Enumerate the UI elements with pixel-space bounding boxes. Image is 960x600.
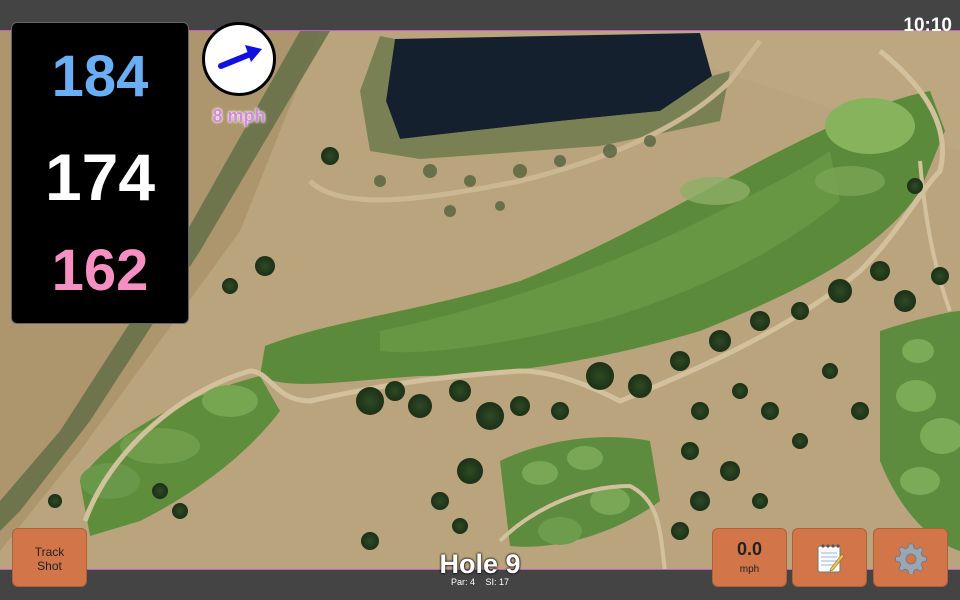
hole-title: Hole 9: [439, 549, 521, 579]
speed-button[interactable]: 0.0 mph: [712, 528, 787, 587]
track-shot-button[interactable]: Track Shot: [12, 528, 87, 587]
speed-value: 0.0: [736, 539, 763, 559]
wind-speed: 8 mph: [212, 106, 266, 126]
gear-icon: [894, 543, 927, 574]
settings-button[interactable]: [873, 528, 948, 587]
hole-info: Par: 4 SI: 17: [380, 577, 580, 587]
notes-button[interactable]: [792, 528, 867, 587]
wind-arrow-icon: [218, 45, 262, 69]
hole-stroke-index: SI: 17: [485, 577, 510, 587]
front-distance: 162: [51, 238, 149, 303]
notepad-icon: [817, 543, 844, 572]
hole-par: Par: 4: [450, 577, 475, 587]
middle-distance: 174: [44, 140, 156, 214]
back-distance: 184: [51, 44, 149, 109]
wind-direction-dial: [202, 22, 276, 96]
distance-panel[interactable]: 184 174 162: [11, 22, 189, 324]
clock: 10:10: [903, 15, 952, 36]
speed-unit: mph: [739, 564, 760, 575]
